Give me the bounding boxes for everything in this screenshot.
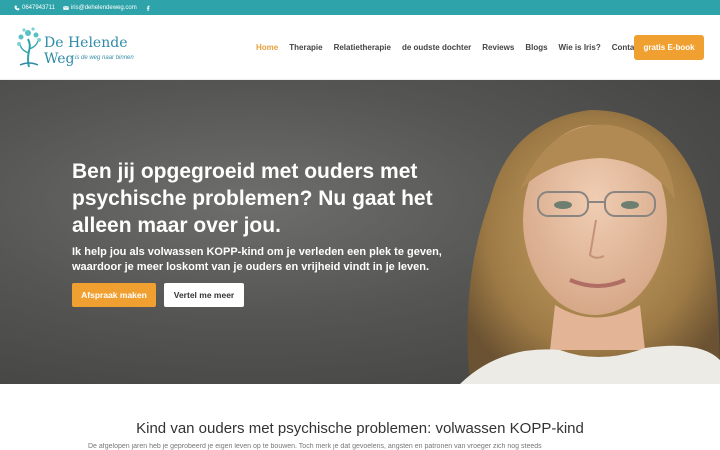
logo-title: De Helende Weg <box>44 35 128 67</box>
facebook-icon <box>146 5 150 11</box>
email-address: iris@dehelendeweg.com <box>70 4 137 11</box>
tell-more-button[interactable]: Vertel me meer <box>164 283 244 307</box>
hero-banner: Ben jij opgegroeid met ouders met psychi… <box>0 80 720 384</box>
mail-icon <box>63 5 69 10</box>
phone-contact[interactable]: 0647943711 <box>14 5 55 11</box>
nav-home[interactable]: Home <box>256 43 278 52</box>
logo-tagline: ...is de weg naar binnen <box>70 55 134 61</box>
nav-therapie[interactable]: Therapie <box>289 43 322 52</box>
email-contact[interactable]: iris@dehelendeweg.com <box>63 5 137 11</box>
phone-icon <box>14 5 20 10</box>
tree-logo-icon <box>17 27 41 68</box>
site-header: De Helende Weg ...is de weg naar binnen … <box>0 15 720 80</box>
site-logo[interactable]: De Helende Weg ...is de weg naar binnen <box>14 25 144 71</box>
nav-relatietherapie[interactable]: Relatietherapie <box>334 43 391 52</box>
phone-number: 0647943711 <box>22 4 55 11</box>
nav-reviews[interactable]: Reviews <box>482 43 514 52</box>
section-intro-text: De afgelopen jaren heb je geprobeerd je … <box>88 443 542 450</box>
top-contact-bar: 0647943711 iris@dehelendeweg.com <box>0 0 720 15</box>
hero-heading: Ben jij opgegroeid met ouders met psychi… <box>72 160 433 237</box>
nav-oudste-dochter[interactable]: de oudste dochter <box>402 43 471 52</box>
nav-blogs[interactable]: Blogs <box>525 43 547 52</box>
nav-wie-is-iris[interactable]: Wie is Iris? <box>559 43 601 52</box>
facebook-link[interactable] <box>145 5 151 11</box>
hero-subtext: Ik help jou als volwassen KOPP-kind om j… <box>72 246 442 273</box>
appointment-button[interactable]: Afspraak maken <box>72 283 156 307</box>
ebook-button[interactable]: gratis E-book <box>634 35 704 60</box>
section-title: Kind van ouders met psychische problemen… <box>136 420 584 437</box>
main-navigation: Home Therapie Relatietherapie de oudste … <box>256 43 642 52</box>
